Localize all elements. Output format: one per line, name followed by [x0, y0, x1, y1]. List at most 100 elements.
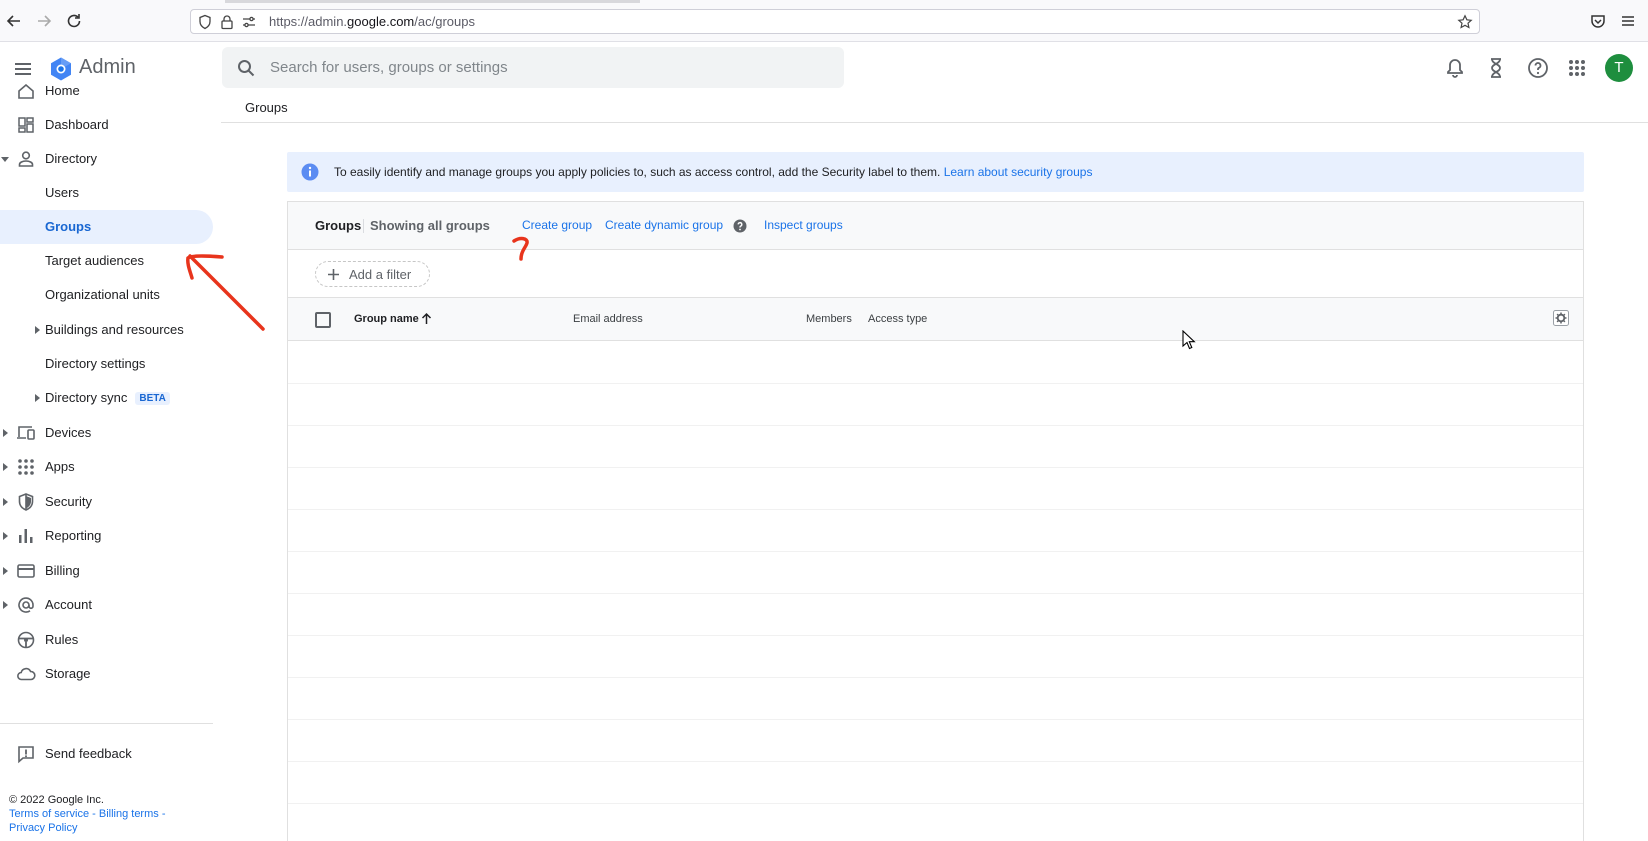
- search-icon[interactable]: [236, 58, 256, 78]
- sidebar-item-dashboard[interactable]: Dashboard: [0, 108, 213, 142]
- lock-icon[interactable]: [219, 14, 235, 30]
- inspect-groups-button[interactable]: Inspect groups: [764, 218, 843, 232]
- question-mark-icon[interactable]: [733, 219, 747, 233]
- sidebar-item-billing[interactable]: Billing: [0, 554, 213, 588]
- table-row: [288, 593, 1583, 594]
- cloud-icon: [16, 664, 36, 684]
- gear-icon[interactable]: [1553, 310, 1569, 326]
- sidebar-item-reporting[interactable]: Reporting: [0, 519, 213, 553]
- chevron-down-icon[interactable]: [1, 155, 9, 163]
- sidebar-item-security[interactable]: Security: [0, 485, 213, 519]
- chevron-right-icon[interactable]: [1, 498, 9, 506]
- chevron-right-icon[interactable]: [1, 532, 9, 540]
- table-row: [288, 803, 1583, 804]
- sidebar-item-storage[interactable]: Storage: [0, 657, 213, 691]
- plus-icon: [327, 268, 340, 281]
- breadcrumb-current: Groups: [245, 100, 288, 115]
- table-row: [288, 677, 1583, 678]
- search-input[interactable]: [270, 47, 830, 88]
- footer-links: Terms of service - Billing terms - Priva…: [9, 808, 166, 834]
- select-all-checkbox[interactable]: [315, 312, 331, 328]
- billing-terms-link[interactable]: Billing terms: [99, 808, 159, 820]
- table-row: [288, 761, 1583, 762]
- bookmark-star-icon[interactable]: [1457, 14, 1473, 30]
- column-group-name[interactable]: Group name: [354, 313, 419, 325]
- terms-of-service-link[interactable]: Terms of service: [9, 808, 89, 820]
- sidebar: Home Dashboard Directory Users Groups Ta…: [0, 84, 213, 841]
- home-icon: [16, 84, 36, 101]
- sidebar-item-directory[interactable]: Directory: [0, 142, 213, 176]
- table-row: [288, 551, 1583, 552]
- notifications-bell-icon[interactable]: [1443, 56, 1467, 80]
- add-filter-button[interactable]: Add a filter: [315, 261, 430, 287]
- tab-strip: [225, 0, 640, 3]
- mouse-cursor-icon: [1182, 330, 1196, 350]
- sidebar-item-home[interactable]: Home: [0, 84, 213, 108]
- table-row: [288, 509, 1583, 510]
- shield-icon[interactable]: [197, 14, 213, 30]
- sidebar-item-account[interactable]: Account: [0, 588, 213, 622]
- breadcrumb: Groups: [221, 94, 1648, 123]
- table-header: Group name Email address Members Access …: [288, 298, 1583, 341]
- sidebar-item-devices[interactable]: Devices: [0, 416, 213, 450]
- annotation-arrow-icon: [186, 254, 265, 331]
- forward-arrow-icon[interactable]: [34, 11, 54, 31]
- create-dynamic-group-button[interactable]: Create dynamic group: [605, 218, 723, 232]
- apps-grid-icon: [16, 457, 36, 477]
- help-icon[interactable]: [1526, 56, 1550, 80]
- chevron-right-icon[interactable]: [1, 601, 9, 609]
- privacy-policy-link[interactable]: Privacy Policy: [9, 822, 77, 834]
- app-name[interactable]: Admin: [79, 56, 136, 79]
- beta-badge: BETA: [135, 392, 170, 405]
- sidebar-item-directory-sync[interactable]: Directory sync BETA: [0, 381, 213, 415]
- chevron-right-icon[interactable]: [33, 394, 41, 402]
- column-email-address[interactable]: Email address: [573, 313, 643, 325]
- search-box[interactable]: [222, 47, 844, 88]
- column-members[interactable]: Members: [806, 313, 852, 325]
- apps-grid-icon[interactable]: [1565, 56, 1589, 80]
- sidebar-item-groups[interactable]: Groups: [0, 210, 213, 244]
- groups-card-header: Groups Showing all groups Create group C…: [288, 202, 1583, 250]
- security-label-banner: To easily identify and manage groups you…: [287, 152, 1584, 192]
- chevron-right-icon[interactable]: [1, 567, 9, 575]
- send-feedback-button[interactable]: Send feedback: [0, 737, 213, 771]
- chevron-right-icon[interactable]: [1, 463, 9, 471]
- sidebar-item-users[interactable]: Users: [0, 176, 213, 210]
- browser-menu-icon[interactable]: [1618, 11, 1638, 31]
- shield-icon: [16, 492, 36, 512]
- info-icon: [301, 163, 319, 181]
- sidebar-item-rules[interactable]: Rules: [0, 623, 213, 657]
- app-header: Admin T: [0, 42, 1648, 94]
- back-arrow-icon[interactable]: [4, 11, 24, 31]
- column-access-type[interactable]: Access type: [868, 313, 927, 325]
- main-menu-icon[interactable]: [12, 58, 34, 80]
- sidebar-divider: [0, 723, 213, 724]
- admin-logo-icon[interactable]: [48, 56, 74, 82]
- table-row: [288, 467, 1583, 468]
- card-subtitle: Showing all groups: [370, 218, 490, 233]
- at-sign-icon: [16, 595, 36, 615]
- credit-card-icon: [16, 561, 36, 581]
- permissions-icon[interactable]: [241, 14, 257, 30]
- table-row: [288, 425, 1583, 426]
- url-text[interactable]: https://admin.google.com/ac/groups: [269, 14, 475, 29]
- browser-toolbar: https://admin.google.com/ac/groups: [0, 0, 1648, 42]
- sort-ascending-icon[interactable]: [420, 312, 433, 325]
- chevron-right-icon[interactable]: [33, 326, 41, 334]
- bar-chart-icon: [16, 526, 36, 546]
- dashboard-icon: [16, 115, 36, 135]
- tasks-hourglass-icon[interactable]: [1484, 56, 1508, 80]
- learn-security-groups-link[interactable]: Learn about security groups: [944, 165, 1093, 179]
- table-row: [288, 719, 1583, 720]
- copyright: © 2022 Google Inc.: [9, 794, 104, 806]
- table-row: [288, 635, 1583, 636]
- sidebar-item-directory-settings[interactable]: Directory settings: [0, 347, 213, 381]
- sidebar-item-apps[interactable]: Apps: [0, 450, 213, 484]
- groups-card: Groups Showing all groups Create group C…: [287, 201, 1584, 841]
- chevron-right-icon[interactable]: [1, 429, 9, 437]
- reload-icon[interactable]: [64, 11, 84, 31]
- create-group-button[interactable]: Create group: [522, 218, 592, 232]
- address-bar[interactable]: https://admin.google.com/ac/groups: [190, 9, 1480, 34]
- pocket-icon[interactable]: [1588, 11, 1608, 31]
- avatar[interactable]: T: [1605, 54, 1633, 82]
